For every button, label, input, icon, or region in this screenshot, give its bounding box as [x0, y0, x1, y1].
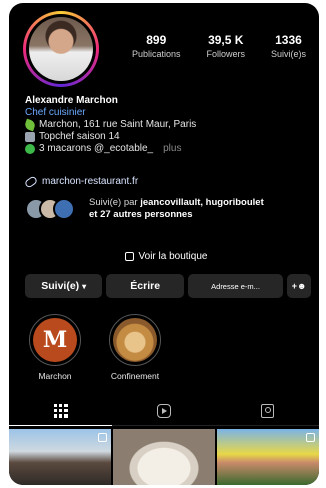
profile-screen: 899 Publications 39,5 K Followers 1336 S… — [9, 3, 319, 485]
stat-followers[interactable]: 39,5 K Followers — [206, 33, 245, 59]
tab-tagged[interactable] — [215, 396, 319, 426]
highlight-cover — [113, 318, 157, 362]
chevron-down-icon: ▾ — [82, 281, 87, 291]
following-button[interactable]: Suivi(e) ▾ — [25, 274, 103, 298]
post-thumbnail[interactable] — [217, 429, 319, 485]
highlight-cover: M — [33, 318, 77, 362]
add-person-button[interactable]: +☻ — [287, 274, 311, 298]
leaf-icon — [23, 118, 37, 132]
website-link[interactable]: marchon-restaurant.fr — [23, 174, 138, 189]
profile-bio: Alexandre Marchon Chef cuisinier Marchon… — [23, 95, 315, 155]
bio-line: Topchef saison 14 — [25, 131, 315, 143]
avatar — [53, 198, 75, 220]
stat-publications[interactable]: 899 Publications — [132, 33, 181, 59]
email-button[interactable]: Adresse e-m... — [187, 274, 284, 298]
tab-grid[interactable] — [9, 396, 113, 426]
add-person-icon: +☻ — [291, 281, 307, 291]
view-shop-button[interactable]: Voir la boutique — [25, 246, 307, 266]
post-grid — [9, 429, 319, 485]
avatar-photo — [29, 17, 93, 81]
ball-icon — [25, 144, 35, 154]
bio-line: 3 macarons @_ecotable_ plus — [25, 143, 315, 155]
grid-icon — [53, 403, 68, 418]
followed-by-text: Suivi(e) par jeancovillault, hugoriboule… — [89, 197, 264, 220]
bio-more-link[interactable]: plus — [163, 143, 181, 155]
post-thumbnail[interactable] — [9, 429, 111, 485]
profile-tabs — [9, 396, 319, 426]
profile-avatar[interactable] — [23, 11, 99, 87]
profile-actions: Suivi(e) ▾ Écrire Adresse e-m... +☻ — [25, 274, 311, 298]
profile-category: Chef cuisinier — [25, 107, 86, 118]
highlight-marchon[interactable]: M Marchon — [27, 314, 83, 381]
shopping-bag-icon — [124, 251, 134, 261]
bio-line: Marchon, 161 rue Saint Maur, Paris — [23, 118, 315, 132]
reels-icon — [156, 403, 171, 418]
story-highlights: M Marchon Confinement — [27, 314, 163, 381]
post-thumbnail[interactable] — [113, 429, 215, 485]
highlight-confinement[interactable]: Confinement — [107, 314, 163, 381]
profile-stats: 899 Publications 39,5 K Followers 1336 S… — [119, 33, 319, 59]
profile-name: Alexandre Marchon — [25, 95, 118, 106]
follower-avatars — [25, 196, 81, 222]
tv-icon — [25, 132, 35, 142]
tab-reels[interactable] — [112, 396, 216, 426]
followed-by[interactable]: Suivi(e) par jeancovillault, hugoriboule… — [25, 196, 309, 222]
stat-following[interactable]: 1336 Suivi(e)s — [271, 33, 306, 59]
message-button[interactable]: Écrire — [106, 274, 184, 298]
multi-photo-icon — [98, 433, 107, 442]
link-icon — [23, 174, 39, 189]
tagged-icon — [260, 403, 274, 418]
multi-photo-icon — [306, 433, 315, 442]
